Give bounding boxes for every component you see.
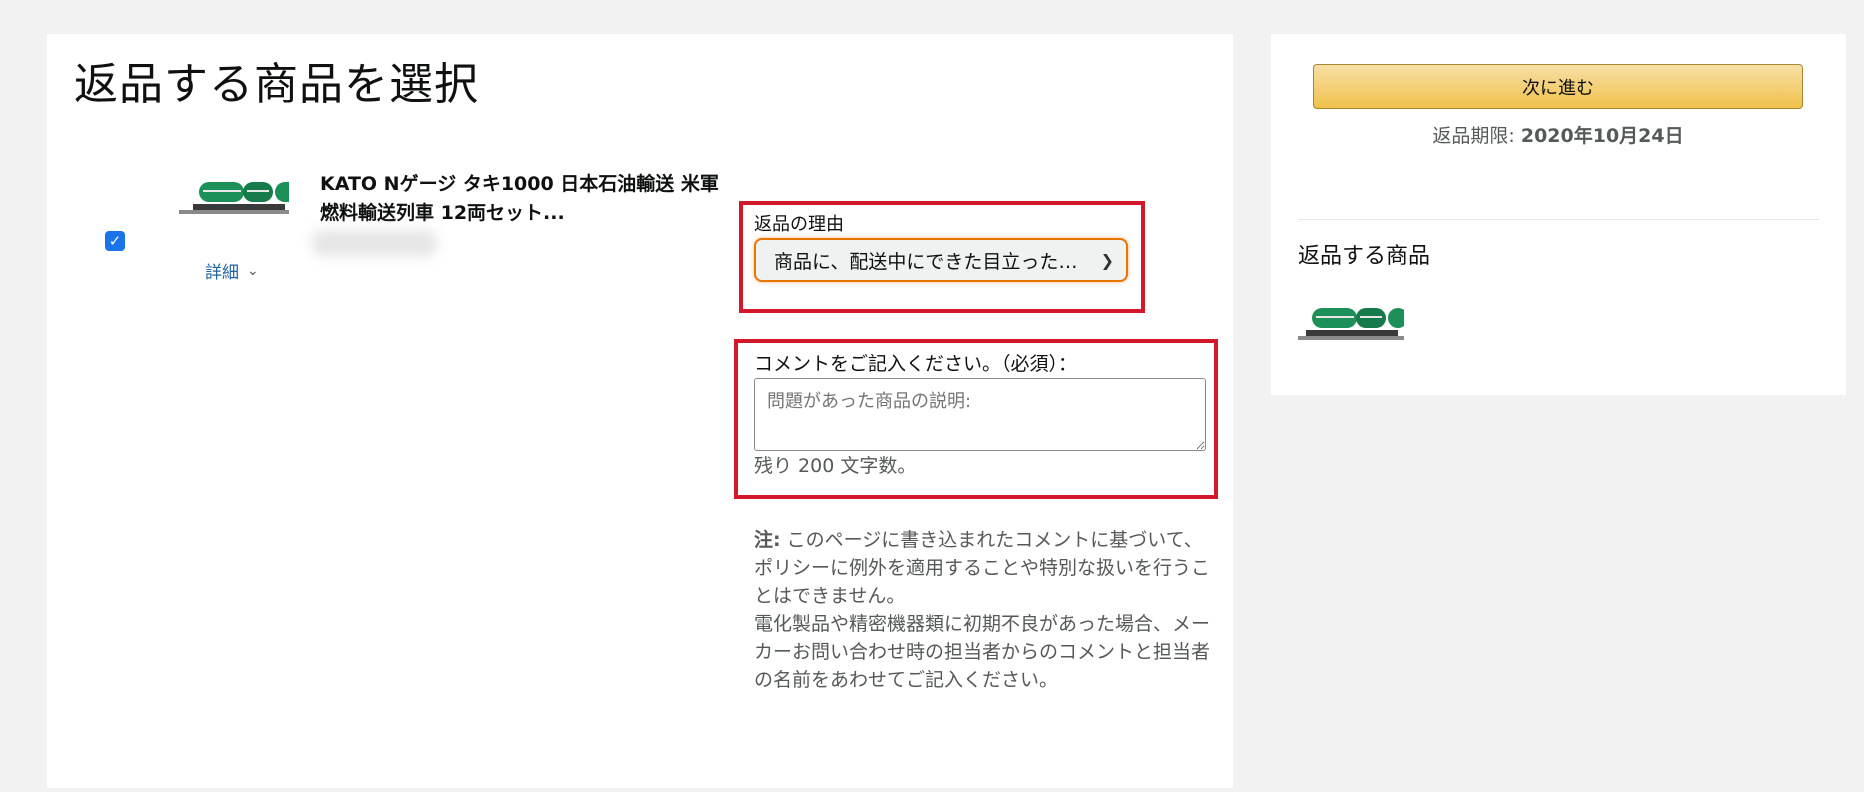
return-deadline: 返品期限: 2020年10月24日 — [1313, 121, 1803, 148]
deadline-date: 2020年10月24日 — [1520, 125, 1684, 147]
details-toggle[interactable]: 詳細 ⌄ — [205, 258, 259, 284]
product-thumbnail[interactable] — [179, 172, 289, 220]
note-line-2: 電化製品や精密機器類に初期不良があった場合、メーカーお問い合わせ時の担当者からの… — [754, 613, 1211, 691]
item-checkbox[interactable]: ✓ — [105, 231, 125, 251]
comment-textarea[interactable] — [754, 378, 1206, 451]
deadline-label: 返品期限: — [1432, 125, 1515, 147]
next-button[interactable]: 次に進む — [1313, 64, 1803, 109]
page-title: 返品する商品を選択 — [74, 59, 479, 110]
comment-label: コメントをご記入ください。（必須）： — [754, 353, 1078, 375]
divider — [1298, 219, 1819, 220]
note-prefix: 注: — [754, 529, 781, 551]
return-items-heading: 返品する商品 — [1298, 244, 1431, 269]
sidebar-product-thumbnail — [1298, 298, 1404, 346]
char-count: 残り 200 文字数。 — [754, 455, 917, 477]
details-label: 詳細 — [205, 263, 239, 283]
reason-label: 返品の理由 — [754, 214, 844, 235]
reason-dropdown[interactable]: 商品に、配送中にできた目立った傷・汚れがある ❯ — [754, 238, 1128, 282]
check-icon: ✓ — [108, 231, 122, 250]
blurred-text — [312, 230, 437, 256]
chevron-down-icon: ⌄ — [247, 262, 259, 279]
product-title[interactable]: KATO Nゲージ タキ1000 日本石油輸送 米軍燃料輸送列車 12両セット.… — [320, 170, 720, 228]
chevron-down-icon: ❯ — [1100, 250, 1114, 270]
note-line-1: このページに書き込まれたコメントに基づいて、ポリシーに例外を適用することや特別な… — [754, 529, 1211, 607]
reason-selected-value: 商品に、配送中にできた目立った傷・汚れがある — [774, 250, 1093, 273]
note-text: 注: このページに書き込まれたコメントに基づいて、ポリシーに例外を適用することや… — [754, 526, 1210, 694]
